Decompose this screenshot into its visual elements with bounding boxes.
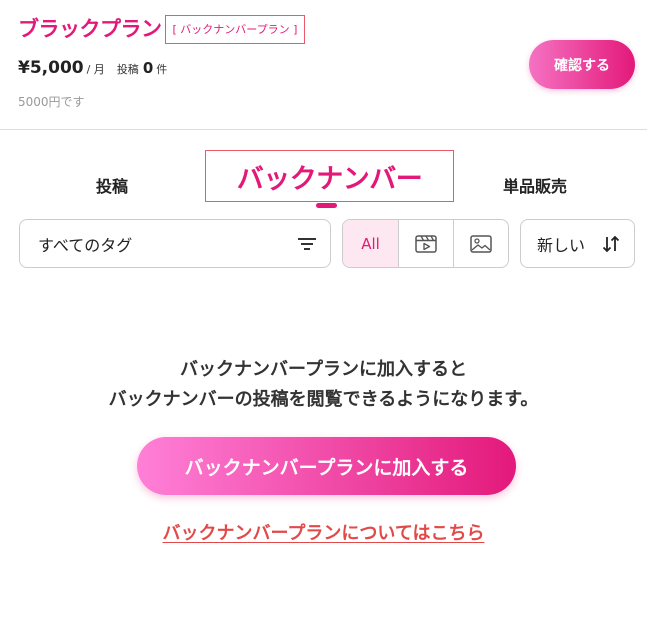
- tag-filter-select[interactable]: すべてのタグ: [19, 219, 331, 268]
- filter-icon: [298, 236, 316, 252]
- active-tab-indicator: [316, 203, 337, 208]
- post-count-label: 投稿: [116, 63, 139, 76]
- tab-posts[interactable]: 投稿: [96, 173, 128, 197]
- type-all-option[interactable]: All: [343, 220, 398, 267]
- message-line-1: バックナンバープランに加入すると: [180, 359, 467, 380]
- filter-row: すべてのタグ All 新しい: [0, 219, 647, 269]
- plan-title-row: ブラックプラン [ バックナンバープラン ]: [18, 14, 306, 44]
- content-type-toggle: All: [342, 219, 509, 268]
- type-video-option[interactable]: [397, 220, 453, 267]
- message-line-2: バックナンバーの投稿を閲覧できるようになります。: [108, 389, 539, 410]
- plan-price: ¥5,000: [18, 58, 84, 78]
- sort-order-icon: [602, 235, 620, 253]
- plan-type-tag: [ バックナンバープラン ]: [164, 14, 306, 44]
- plan-name: ブラックプラン: [18, 17, 162, 41]
- backnumber-info-message: バックナンバープランに加入すると バックナンバーの投稿を閲覧できるようになります…: [0, 355, 647, 415]
- post-count-unit: 件: [156, 63, 168, 76]
- type-image-option[interactable]: [452, 220, 508, 267]
- tab-single-sales[interactable]: 単品販売: [503, 173, 567, 197]
- confirm-button[interactable]: 確認する: [529, 40, 635, 89]
- plan-price-note: 5000円です: [18, 95, 85, 109]
- content-tabs: 投稿 バックナンバー 単品販売: [0, 150, 647, 210]
- plan-price-row: ¥5,000 / 月 投稿 0 件: [18, 58, 167, 78]
- video-icon: [415, 234, 437, 253]
- backnumber-plan-about-link[interactable]: バックナンバープランについてはこちら: [0, 519, 647, 545]
- sort-select[interactable]: 新しい: [520, 219, 635, 268]
- type-all-label: All: [361, 234, 380, 253]
- join-backnumber-plan-button[interactable]: バックナンバープランに加入する: [137, 437, 516, 495]
- plan-header: ブラックプラン [ バックナンバープラン ] ¥5,000 / 月 投稿 0 件…: [0, 0, 647, 130]
- post-count: 0: [142, 59, 154, 77]
- tab-backnumber[interactable]: バックナンバー: [205, 150, 454, 202]
- price-unit: / 月: [86, 63, 105, 76]
- image-icon: [470, 234, 492, 253]
- sort-value: 新しい: [537, 235, 586, 255]
- tag-filter-value: すべてのタグ: [38, 235, 133, 255]
